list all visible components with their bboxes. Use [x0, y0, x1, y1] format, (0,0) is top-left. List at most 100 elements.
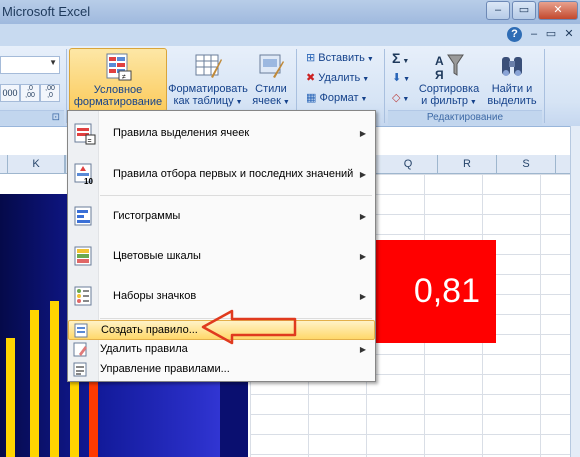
menu-item-label: Правила отбора первых и последних значен…	[113, 168, 354, 180]
sort-filter-label-2: и фильтр	[421, 95, 468, 107]
find-select-button[interactable]: Найти и выделить ▼	[484, 48, 540, 120]
menu-item-manage-rules[interactable]: Управление правилами...	[68, 360, 375, 380]
autosum-button[interactable]: Σ ▼	[392, 50, 409, 67]
minimize-button[interactable]: ‒	[486, 1, 510, 20]
submenu-arrow-icon: ▶	[359, 129, 366, 138]
group-separator	[384, 49, 385, 123]
maximize-button[interactable]: ▭	[512, 1, 536, 20]
menu-item-data-bars[interactable]: Гистограммы ▶	[68, 197, 375, 237]
decrease-decimal-button[interactable]: ,00,0	[40, 84, 60, 102]
icon-sets-icon	[74, 286, 92, 306]
thousands-button[interactable]: 000	[0, 84, 20, 102]
svg-text:=: =	[88, 138, 92, 145]
svg-text:≠: ≠	[122, 74, 126, 81]
sort-filter-label-1: Сортировка	[418, 83, 480, 95]
submenu-arrow-icon: ▶	[359, 292, 366, 301]
editing-group-label: Редактирование	[388, 110, 542, 125]
submenu-arrow-icon: ▶	[359, 345, 366, 354]
column-header-k[interactable]: K	[8, 155, 65, 173]
delete-cells-icon: ✖	[306, 72, 316, 84]
conditional-formatting-label-1: Условное	[93, 84, 143, 96]
help-icon[interactable]: ?	[507, 27, 522, 42]
highlighted-cell-value[interactable]: 0,81	[374, 240, 496, 343]
chevron-down-icon: ▼	[360, 76, 370, 83]
color-scales-icon	[74, 246, 92, 266]
insert-cells-button[interactable]: ⊞ Вставить ▼	[306, 50, 374, 67]
cell-styles-label-2: ячеек	[252, 95, 281, 107]
format-as-table-label-1: Форматировать	[168, 83, 248, 95]
delete-cells-button[interactable]: ✖ Удалить ▼	[306, 70, 369, 87]
menu-item-highlight-rules[interactable]: = Правила выделения ячеек ▶	[68, 115, 375, 153]
menu-item-label: Удалить правила	[100, 343, 188, 355]
chevron-down-icon: ▼	[358, 96, 368, 103]
top-bottom-rules-icon: 10	[74, 163, 93, 185]
conditional-formatting-button[interactable]: ≠ Условное форматирование ▼	[69, 48, 167, 121]
conditional-formatting-icon: ≠	[106, 53, 132, 81]
ribbon-tab-row: ? – ▭ ✕	[0, 24, 580, 46]
menu-item-label: Цветовые шкалы	[113, 250, 201, 262]
chevron-down-icon: ▼	[400, 96, 410, 103]
menu-item-top-bottom-rules[interactable]: 10 Правила отбора первых и последних зна…	[68, 153, 375, 195]
insert-cells-icon: ⊞	[306, 52, 316, 64]
svg-text:Я: Я	[435, 68, 444, 81]
cell-styles-label-1: Стили	[255, 83, 287, 95]
chevron-down-icon: ▼	[233, 99, 243, 106]
chevron-down-icon: ▼	[49, 58, 57, 67]
submenu-arrow-icon: ▶	[359, 252, 366, 261]
sort-filter-button[interactable]: А Я Сортировка и фильтр ▼	[416, 48, 482, 110]
format-as-table-button[interactable]: Форматировать как таблицу ▼	[167, 48, 249, 110]
cell-styles-icon	[259, 54, 284, 78]
number-format-combo[interactable]: ▼	[0, 56, 60, 74]
find-select-label-1: Найти и	[491, 83, 533, 95]
submenu-arrow-icon: ▶	[359, 212, 366, 221]
chevron-down-icon: ▼	[401, 76, 411, 83]
conditional-formatting-label-2: форматирование	[73, 96, 163, 108]
format-as-table-icon	[195, 54, 222, 78]
format-cells-label: Формат	[319, 92, 359, 104]
column-header-j[interactable]	[0, 155, 8, 173]
menu-divider	[100, 195, 372, 196]
chart-bar	[50, 301, 59, 457]
increase-decimal-button[interactable]: ,0,00	[20, 84, 40, 102]
column-header-q[interactable]: Q	[379, 155, 438, 173]
format-cells-icon: ▦	[306, 92, 317, 104]
svg-text:10: 10	[84, 177, 93, 185]
sort-filter-icon: А Я	[435, 54, 464, 81]
find-select-label-2: выделить	[487, 95, 537, 107]
clear-button[interactable]: ◇ ▼	[392, 90, 409, 107]
chevron-down-icon: ▼	[364, 56, 374, 63]
data-bars-icon	[74, 206, 92, 226]
group-dialog-launcher-icon[interactable]: ⊡	[52, 111, 60, 125]
menu-item-color-scales[interactable]: Цветовые шкалы ▶	[68, 237, 375, 277]
fill-button[interactable]: ⬇ ▼	[392, 70, 410, 87]
window-title: Microsoft Excel	[2, 4, 91, 19]
menu-item-label: Управление правилами...	[100, 363, 230, 375]
highlight-rules-icon: =	[74, 123, 96, 145]
ribbon-close-icon[interactable]: ✕	[561, 27, 577, 42]
fill-down-icon: ⬇	[392, 72, 402, 84]
svg-text:А: А	[435, 54, 444, 68]
column-header-l[interactable]	[65, 155, 66, 173]
menu-item-label: Гистограммы	[113, 210, 181, 222]
annotation-arrow-icon	[201, 309, 297, 345]
manage-rules-icon	[73, 362, 87, 377]
ribbon-minimize-icon[interactable]: –	[526, 27, 542, 42]
chevron-down-icon: ▼	[467, 99, 477, 106]
column-header-r[interactable]: R	[438, 155, 497, 173]
menu-item-label: Создать правило...	[101, 324, 198, 336]
number-group-label: ⊡	[0, 110, 64, 125]
format-cells-button[interactable]: ▦ Формат ▼	[306, 90, 367, 107]
insert-cells-label: Вставить	[318, 52, 365, 64]
submenu-arrow-icon: ▶	[359, 170, 366, 179]
close-button[interactable]: ✕	[538, 1, 578, 20]
delete-cells-label: Удалить	[318, 72, 361, 84]
chart-bar	[6, 338, 15, 457]
column-header-s[interactable]: S	[497, 155, 556, 173]
ribbon-restore-icon[interactable]: ▭	[543, 27, 559, 42]
menu-item-label: Наборы значков	[113, 290, 197, 302]
chevron-down-icon: ▼	[280, 99, 290, 106]
vertical-scrollbar[interactable]	[570, 126, 580, 457]
menu-item-label: Правила выделения ячеек	[113, 127, 250, 139]
clear-rules-icon	[73, 342, 87, 357]
cell-styles-button[interactable]: Стили ячеек ▼	[250, 48, 292, 110]
